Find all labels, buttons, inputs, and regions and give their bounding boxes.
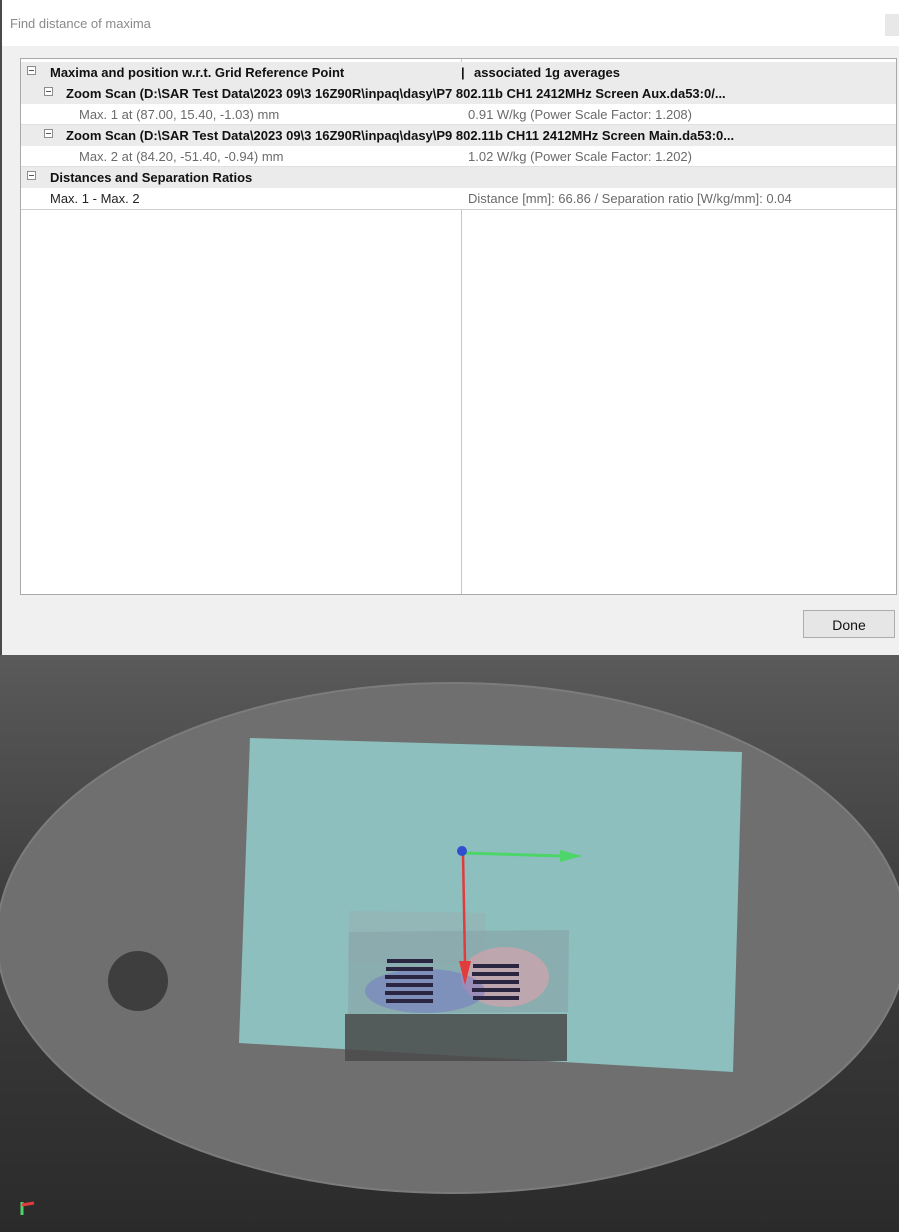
tree-row-max-1[interactable]: Max. 1 at (87.00, 15.40, -1.03) mm 0.91 …: [21, 104, 896, 125]
tree-row-max-pair[interactable]: Max. 1 - Max. 2 Distance [mm]: 66.86 / S…: [21, 188, 896, 210]
zoom-scan-1-label: Zoom Scan (D:\SAR Test Data\2023 09\3 16…: [66, 86, 726, 101]
tree-row-max-2[interactable]: Max. 2 at (84.20, -51.40, -0.94) mm 1.02…: [21, 146, 896, 167]
max-pair-label: Max. 1 - Max. 2: [50, 191, 140, 206]
max-1-value: 0.91 W/kg (Power Scale Factor: 1.208): [468, 107, 692, 122]
dialog-title: Find distance of maxima: [10, 16, 151, 31]
collapse-icon[interactable]: [27, 171, 36, 180]
tree-row-zoom-scan-1[interactable]: Zoom Scan (D:\SAR Test Data\2023 09\3 16…: [21, 83, 896, 104]
find-distance-dialog: Find distance of maxima Maxima and posit…: [0, 0, 899, 655]
tree-row-maxima-header[interactable]: Maxima and position w.r.t. Grid Referenc…: [21, 62, 896, 83]
phantom-hole: [108, 951, 168, 1011]
scene-svg: [0, 682, 899, 1194]
collapse-icon[interactable]: [44, 87, 53, 96]
done-button[interactable]: Done: [803, 610, 895, 638]
tree-row-distances[interactable]: Distances and Separation Ratios: [21, 167, 896, 188]
maxima-header-label: Maxima and position w.r.t. Grid Referenc…: [50, 65, 345, 80]
averages-header-label: associated 1g averages: [474, 65, 620, 80]
scan-volume-lower: [345, 1014, 567, 1061]
max-2-position: Max. 2 at (84.20, -51.40, -0.94) mm: [79, 149, 284, 164]
tree-row-zoom-scan-2[interactable]: Zoom Scan (D:\SAR Test Data\2023 09\3 16…: [21, 125, 896, 146]
grid-reference-origin: [457, 846, 467, 856]
axis-orientation-icon: [18, 1196, 40, 1221]
column-separator: |: [461, 65, 465, 80]
max-1-position: Max. 1 at (87.00, 15.40, -1.03) mm: [79, 107, 280, 122]
3d-viewport[interactable]: [0, 655, 899, 1227]
distances-label: Distances and Separation Ratios: [50, 170, 253, 185]
maxima-tree-view[interactable]: Maxima and position w.r.t. Grid Referenc…: [20, 58, 897, 595]
dialog-titlebar: Find distance of maxima: [2, 0, 899, 46]
zoom-scan-2-label: Zoom Scan (D:\SAR Test Data\2023 09\3 16…: [66, 128, 735, 143]
collapse-icon[interactable]: [44, 129, 53, 138]
max-2-value: 1.02 W/kg (Power Scale Factor: 1.202): [468, 149, 692, 164]
close-button[interactable]: [885, 14, 899, 36]
collapse-icon[interactable]: [27, 66, 36, 75]
max-pair-value: Distance [mm]: 66.86 / Separation ratio …: [468, 191, 792, 206]
